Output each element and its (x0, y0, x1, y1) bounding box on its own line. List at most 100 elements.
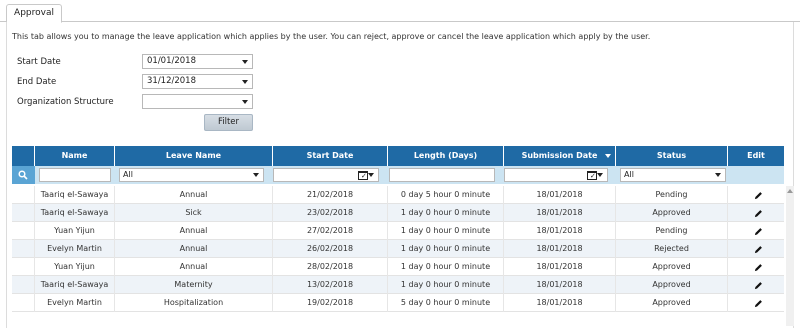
sort-desc-icon (605, 154, 611, 158)
table-row[interactable]: Yuan Yijun Annual 27/02/2018 1 day 0 hou… (12, 222, 784, 240)
search-icon (18, 170, 28, 180)
filter-length-input[interactable] (389, 168, 495, 182)
pencil-icon[interactable] (754, 299, 763, 308)
cell-start-date: 13/02/2018 (273, 276, 388, 294)
row-spacer (12, 240, 35, 258)
cell-name: Evelyn Martin (35, 294, 115, 312)
row-spacer (12, 222, 35, 240)
cell-length: 1 day 0 hour 0 minute (388, 276, 504, 294)
cell-leave-name: Annual (115, 222, 273, 240)
pencil-icon[interactable] (754, 209, 763, 218)
calendar-icon[interactable]: ✓ (358, 171, 368, 180)
filter-button[interactable]: Filter (204, 114, 253, 131)
pencil-icon[interactable] (754, 191, 763, 200)
pencil-icon[interactable] (754, 227, 763, 236)
cell-submission-date: 18/01/2018 (504, 186, 616, 204)
cell-status: Approved (616, 204, 728, 222)
cell-name: Evelyn Martin (35, 240, 115, 258)
table-scrollbar[interactable] (786, 186, 794, 326)
cell-name: Yuan Yijun (35, 222, 115, 240)
cell-start-date: 26/02/2018 (273, 240, 388, 258)
cell-submission-date: 18/01/2018 (504, 258, 616, 276)
page-description: This tab allows you to manage the leave … (12, 32, 651, 41)
filter-status-value: All (624, 170, 634, 179)
cell-leave-name: Annual (115, 258, 273, 276)
cell-status: Approved (616, 276, 728, 294)
cell-name: Taariq el-Sawaya (35, 204, 115, 222)
pencil-icon[interactable] (754, 245, 763, 254)
filter-status-select[interactable]: All (620, 168, 726, 182)
filter-leave-name-select[interactable]: All (119, 168, 264, 182)
start-date-label: Start Date (17, 57, 61, 67)
org-structure-label: Organization Structure (17, 97, 114, 107)
row-spacer (12, 204, 35, 222)
table-row[interactable]: Evelyn Martin Annual 26/02/2018 1 day 0 … (12, 240, 784, 258)
chevron-down-icon (242, 80, 248, 84)
calendar-icon[interactable]: ✓ (587, 171, 597, 180)
column-header-status[interactable]: Status (616, 146, 728, 166)
table-row[interactable]: Taariq el-Sawaya Sick 23/02/2018 1 day 0… (12, 204, 784, 222)
start-date-value: 01/01/2018 (147, 56, 196, 66)
end-date-select[interactable]: 31/12/2018 (142, 74, 253, 89)
org-structure-select[interactable] (142, 94, 253, 109)
column-header-submission-date[interactable]: Submission Date (504, 146, 616, 166)
filter-start-date-input[interactable]: ✓ (273, 168, 379, 182)
cell-status: Pending (616, 186, 728, 204)
cell-length: 0 day 5 hour 0 minute (388, 186, 504, 204)
cell-leave-name: Maternity (115, 276, 273, 294)
chevron-down-icon (597, 173, 603, 177)
cell-submission-date: 18/01/2018 (504, 204, 616, 222)
column-header-submission-date-label: Submission Date (521, 151, 598, 160)
cell-status: Pending (616, 222, 728, 240)
row-spacer (12, 186, 35, 204)
cell-leave-name: Hospitalization (115, 294, 273, 312)
cell-start-date: 19/02/2018 (273, 294, 388, 312)
cell-leave-name: Annual (115, 186, 273, 204)
table-row[interactable]: Taariq el-Sawaya Maternity 13/02/2018 1 … (12, 276, 784, 294)
cell-length: 1 day 0 hour 0 minute (388, 258, 504, 276)
cell-name: Yuan Yijun (35, 258, 115, 276)
cell-length: 5 day 0 hour 0 minute (388, 294, 504, 312)
filter-submission-date-input[interactable]: ✓ (504, 168, 608, 182)
cell-length: 1 day 0 hour 0 minute (388, 204, 504, 222)
end-date-value: 31/12/2018 (147, 76, 196, 86)
filter-leave-name-value: All (123, 170, 133, 179)
cell-name: Taariq el-Sawaya (35, 276, 115, 294)
cell-submission-date: 18/01/2018 (504, 276, 616, 294)
chevron-down-icon (715, 173, 721, 177)
column-header-start-date[interactable]: Start Date (273, 146, 388, 166)
end-date-label: End Date (17, 77, 57, 87)
tab-approval[interactable]: Approval (6, 4, 62, 23)
filter-name-input[interactable] (39, 168, 111, 182)
table-row[interactable]: Taariq el-Sawaya Annual 21/02/2018 0 day… (12, 186, 784, 204)
cell-start-date: 21/02/2018 (273, 186, 388, 204)
cell-leave-name: Sick (115, 204, 273, 222)
search-cell[interactable] (12, 166, 35, 184)
cell-status: Approved (616, 258, 728, 276)
cell-status: Rejected (616, 240, 728, 258)
table-row[interactable]: Yuan Yijun Annual 28/02/2018 1 day 0 hou… (12, 258, 784, 276)
table-row[interactable]: Evelyn Martin Hospitalization 19/02/2018… (12, 294, 784, 312)
cell-name: Taariq el-Sawaya (35, 186, 115, 204)
cell-submission-date: 18/01/2018 (504, 294, 616, 312)
start-date-select[interactable]: 01/01/2018 (142, 54, 253, 69)
filter-row: All ✓ ✓ All (12, 166, 784, 184)
row-spacer (12, 258, 35, 276)
column-header-leave-name[interactable]: Leave Name (115, 146, 273, 166)
column-header-name[interactable]: Name (35, 146, 115, 166)
cell-status: Approved (616, 294, 728, 312)
cell-submission-date: 18/01/2018 (504, 222, 616, 240)
scroll-up-icon[interactable] (787, 189, 793, 193)
pencil-icon[interactable] (754, 281, 763, 290)
header-spacer (12, 146, 35, 166)
cell-length: 1 day 0 hour 0 minute (388, 222, 504, 240)
cell-length: 1 day 0 hour 0 minute (388, 240, 504, 258)
tab-strip: Approval (0, 0, 800, 23)
column-header-length[interactable]: Length (Days) (388, 146, 504, 166)
cell-start-date: 28/02/2018 (273, 258, 388, 276)
cell-start-date: 27/02/2018 (273, 222, 388, 240)
pencil-icon[interactable] (754, 263, 763, 272)
chevron-down-icon (368, 173, 374, 177)
chevron-down-icon (242, 100, 248, 104)
cell-leave-name: Annual (115, 240, 273, 258)
